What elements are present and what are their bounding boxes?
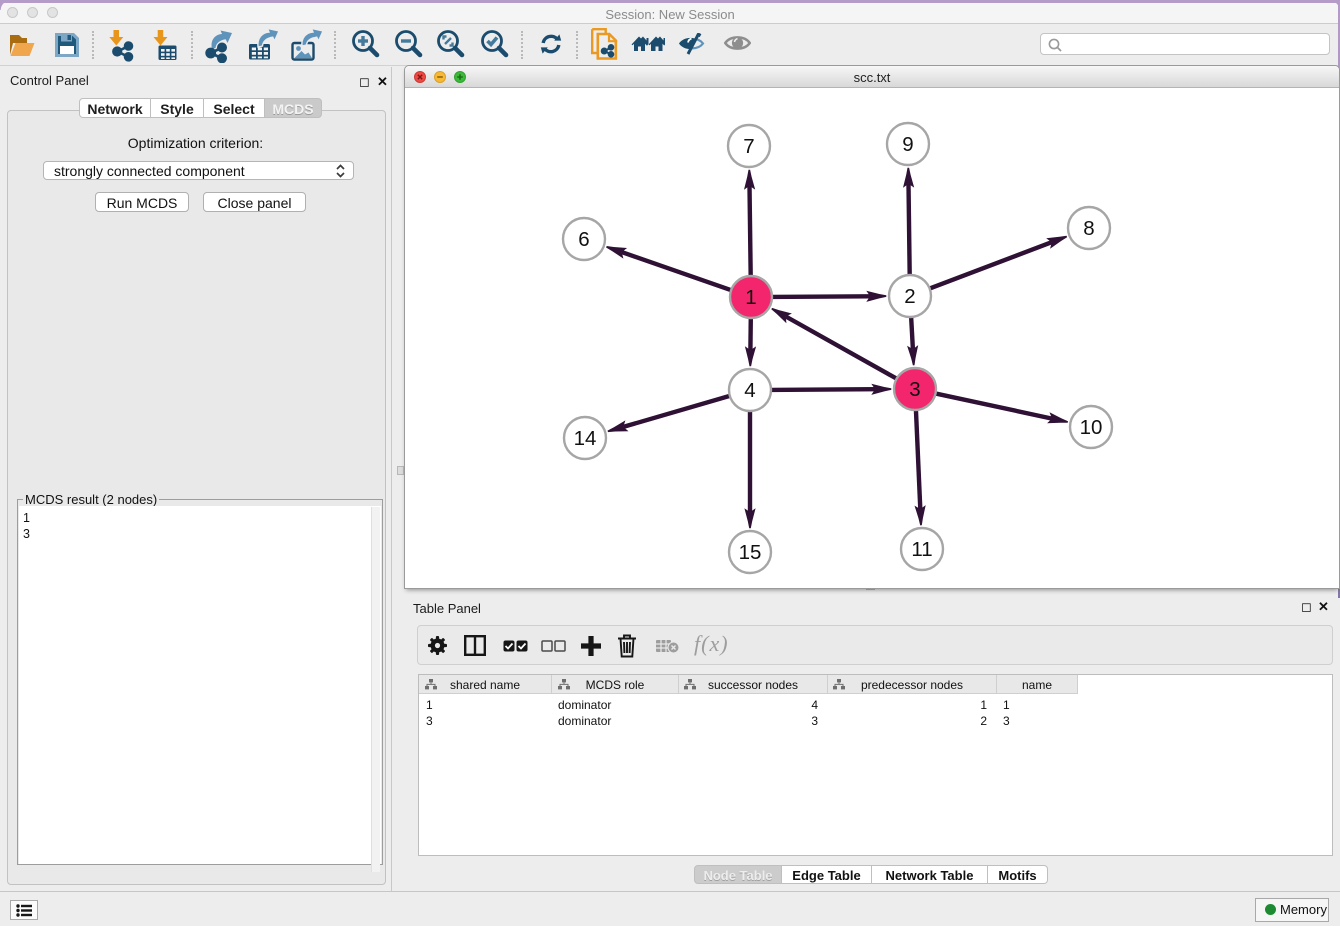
svg-text:1: 1 [745,286,756,309]
svg-text:11: 11 [911,538,932,561]
svg-text:15: 15 [739,541,762,564]
svg-text:14: 14 [574,427,597,450]
svg-text:3: 3 [909,378,920,401]
svg-text:4: 4 [744,379,755,402]
svg-text:8: 8 [1083,217,1094,240]
svg-text:7: 7 [743,135,754,158]
svg-text:10: 10 [1080,416,1103,439]
svg-text:9: 9 [902,133,913,156]
svg-text:6: 6 [578,228,589,251]
svg-text:2: 2 [904,285,915,308]
